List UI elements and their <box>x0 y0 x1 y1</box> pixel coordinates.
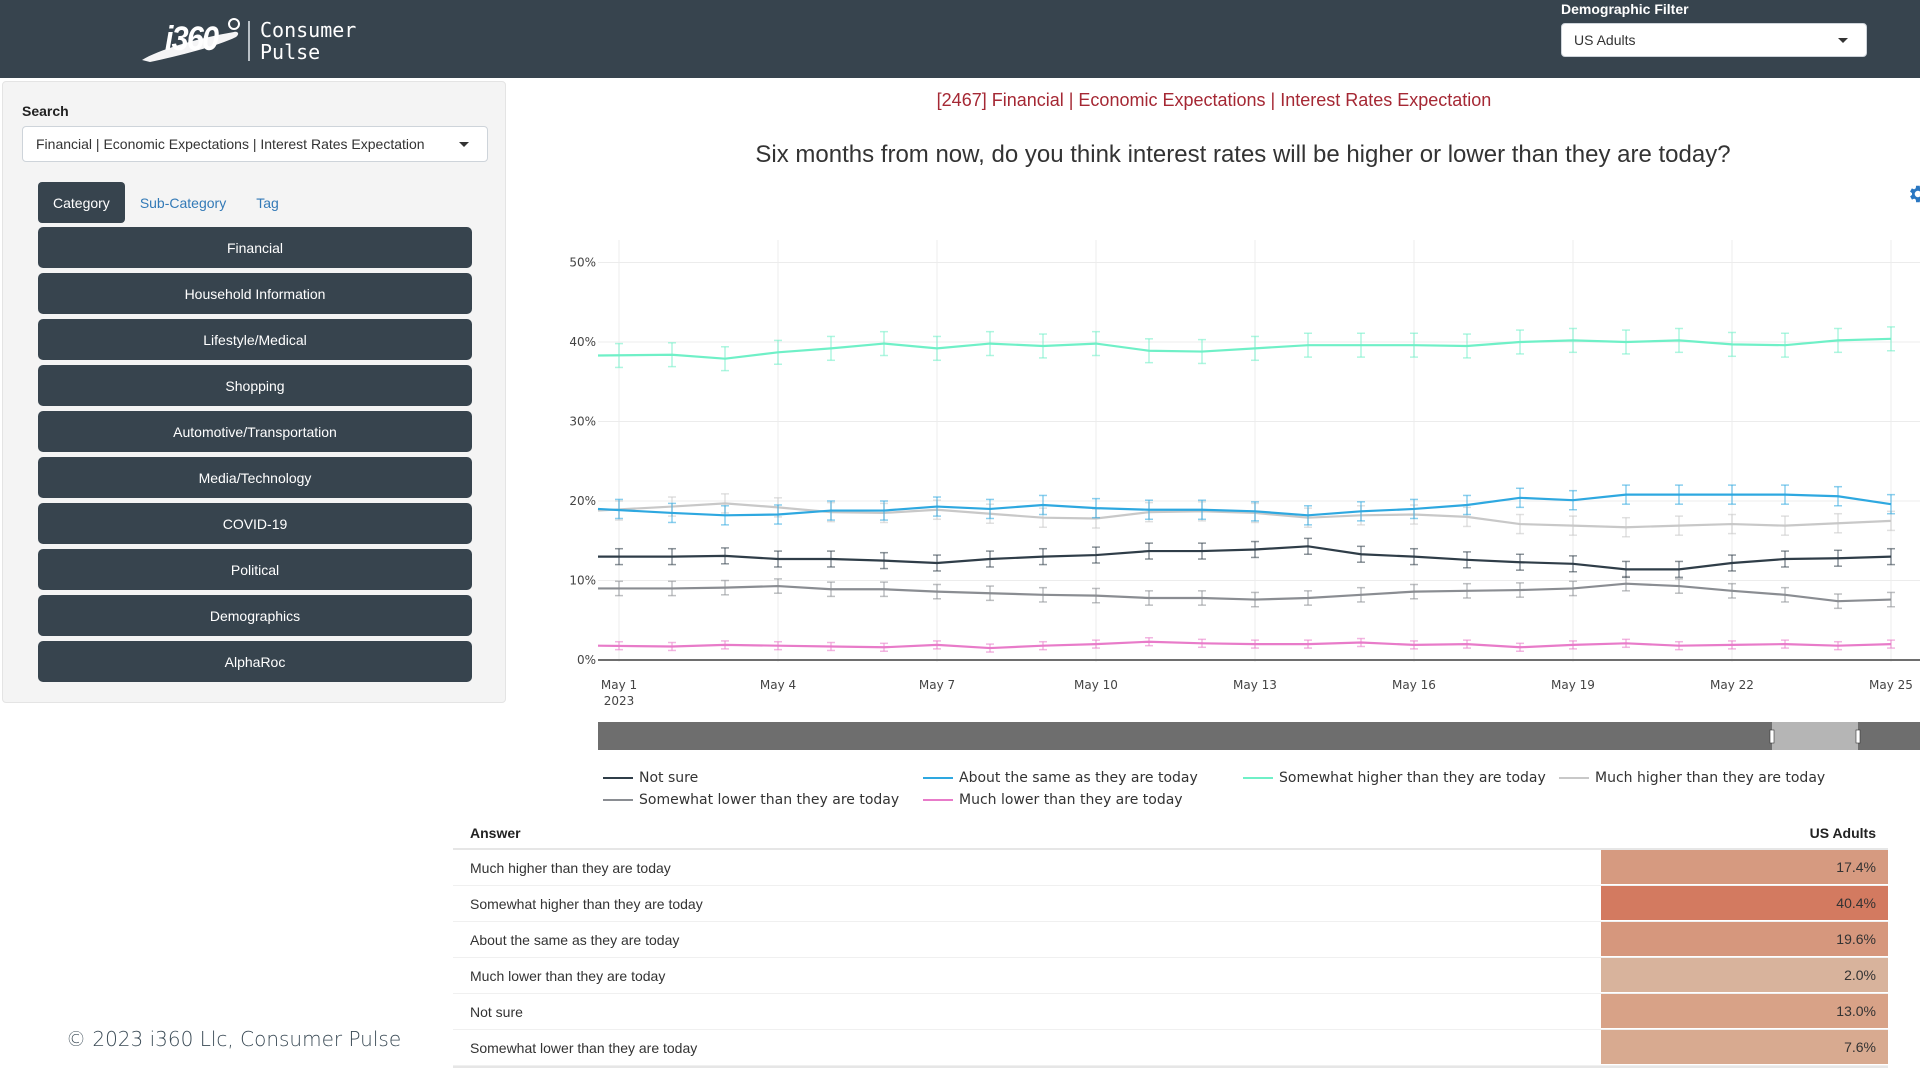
legend-item[interactable]: Much higher than they are today <box>1559 770 1825 786</box>
x-tick-label: May 4 <box>760 678 796 692</box>
range-slider-handle-left[interactable] <box>1769 729 1775 744</box>
series-somewhat-higher-than-they-are-today <box>597 326 1895 372</box>
x-tick-label: May 1 <box>601 678 637 692</box>
series-line <box>598 582 1892 603</box>
answer-cell: About the same as they are today <box>470 931 680 948</box>
x-tick-label: May 13 <box>1233 678 1277 692</box>
value-cell: 17.4% <box>1601 850 1888 885</box>
y-tick-label: 10% <box>569 574 596 588</box>
x-tick-label: May 10 <box>1074 678 1118 692</box>
legend-label: Somewhat higher than they are today <box>1279 770 1546 786</box>
value-cell: 19.6% <box>1601 922 1888 957</box>
table-body: Much higher than they are today 17.4% Some… <box>453 850 1888 1068</box>
table-header: Answer US Adults <box>453 818 1888 850</box>
answer-cell: Somewhat lower than they are today <box>470 1039 698 1056</box>
table-row: Not sure 13.0% <box>453 994 1888 1030</box>
y-tick-label: 20% <box>569 494 596 508</box>
range-slider <box>598 722 1920 750</box>
x-axis-ticks: May 1 May 4 May 7 May 10 May 13 May 16 May 19 M… <box>601 678 1913 708</box>
x-tick-label: May 22 <box>1710 678 1754 692</box>
y-tick-label: 50% <box>569 256 596 270</box>
legend-swatch <box>923 799 953 801</box>
range-slider-window[interactable] <box>1772 722 1858 750</box>
series-about-the-same-as-they-are-today <box>597 484 1895 526</box>
answer-cell: Much lower than they are today <box>470 967 666 984</box>
chart-series <box>597 326 1895 653</box>
table-row: About the same as they are today 19.6% <box>453 922 1888 958</box>
legend-label: Much lower than they are today <box>959 792 1183 808</box>
line-chart: 0%10%20%30%40%50% May 1 May 4 May 7 May 10 M… <box>569 240 1920 750</box>
legend-item[interactable]: Somewhat higher than they are today <box>1243 770 1546 786</box>
series-somewhat-lower-than-they-are-today <box>598 575 1895 610</box>
range-slider-handle-right[interactable] <box>1855 729 1861 744</box>
series-much-higher-than-they-are-today <box>597 493 1895 538</box>
column-header-answer: Answer <box>470 825 521 841</box>
value-cell: 2.0% <box>1601 958 1888 993</box>
x-tick-label: May 25 <box>1869 678 1913 692</box>
legend-label: Somewhat lower than they are today <box>639 792 900 808</box>
x-tick-label: May 19 <box>1551 678 1595 692</box>
answer-cell: Somewhat higher than they are today <box>470 895 703 912</box>
legend-item[interactable]: Somewhat lower than they are today <box>603 792 899 808</box>
legend-label: About the same as they are today <box>959 770 1198 786</box>
answer-cell: Not sure <box>470 1003 523 1020</box>
legend-item[interactable]: Much lower than they are today <box>923 792 1183 808</box>
table-row: Much lower than they are today 2.0% <box>453 958 1888 994</box>
table-row: Much higher than they are today 17.4% <box>453 850 1888 886</box>
x-tick-label: May 7 <box>919 678 955 692</box>
x-tick-label: May 16 <box>1392 678 1436 692</box>
series-much-lower-than-they-are-today <box>597 636 1895 653</box>
legend-label: Not sure <box>639 770 699 786</box>
series-line <box>598 545 1892 571</box>
legend-swatch <box>923 777 953 779</box>
series-line <box>597 502 1892 529</box>
legend-label: Much higher than they are today <box>1595 770 1826 786</box>
value-cell: 40.4% <box>1601 886 1888 921</box>
footer-copyright: © 2023 i360 Llc, Consumer Pulse <box>66 1027 402 1051</box>
series-line <box>597 640 1892 650</box>
range-slider-track <box>598 722 1920 750</box>
legend-swatch <box>1559 777 1589 779</box>
legend-item[interactable]: Not sure <box>603 770 698 786</box>
legend-item[interactable]: About the same as they are today <box>923 770 1198 786</box>
legend-swatch <box>603 777 633 779</box>
column-header-us-adults: US Adults <box>1809 825 1876 841</box>
legend-swatch <box>1243 777 1273 779</box>
value-cell: 13.0% <box>1601 994 1888 1029</box>
results-table: Answer US Adults Much higher than they a… <box>453 818 1888 1068</box>
y-tick-label: 30% <box>569 415 596 429</box>
value-cell: 7.6% <box>1601 1030 1888 1065</box>
y-tick-label: 40% <box>569 335 596 349</box>
legend-swatch <box>603 799 633 801</box>
y-axis-ticks: 0% 10% 20% 30% 40% 50% <box>569 256 596 668</box>
answer-cell: Much higher than they are today <box>470 859 671 876</box>
table-row: Somewhat lower than they are today 7.6% <box>453 1030 1888 1066</box>
y-tick-label: 0% <box>577 653 596 667</box>
table-row: Somewhat higher than they are today 40.4% <box>453 886 1888 922</box>
series-not-sure <box>598 537 1895 579</box>
table-bottom-border <box>453 1066 1888 1068</box>
x-tick-year-label: 2023 <box>604 694 635 708</box>
